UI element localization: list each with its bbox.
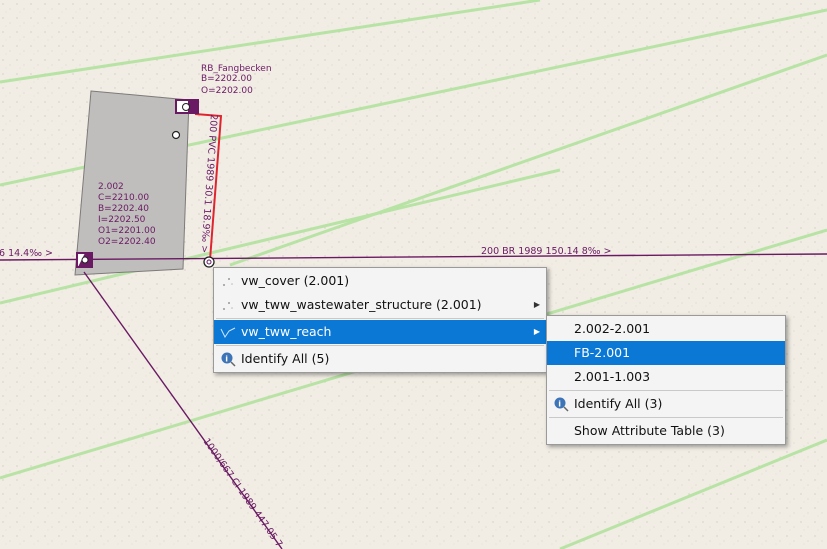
point-layer-icon (220, 269, 236, 293)
submenu-item-2-002-2-001[interactable]: 2.002-2.001 (547, 317, 785, 341)
submenu-item-identify-all[interactable]: i Identify All (3) (547, 392, 785, 416)
svg-text:i: i (558, 400, 561, 409)
identify-context-menu: vw_cover (2.001) vw_tww_wastewater_struc… (213, 267, 547, 373)
submenu-item-2-001-1-003[interactable]: 2.001-1.003 (547, 365, 785, 389)
menu-item-label: vw_tww_wastewater_structure (2.001) (241, 297, 482, 312)
fangbecken-node-symbol[interactable] (175, 99, 199, 114)
menu-item-vw-tww-wastewater-structure[interactable]: vw_tww_wastewater_structure (2.001) ▶ (214, 293, 546, 317)
manhole-id-label: 2.002 (98, 182, 124, 192)
manhole-node-symbol[interactable] (76, 252, 93, 268)
svg-text:i: i (225, 355, 228, 364)
cover-point[interactable] (171, 130, 181, 140)
main-reach-label: 200 BR 1989 150.14 8‰ > (481, 246, 612, 257)
submenu-arrow-icon: ▶ (533, 300, 540, 309)
left-reach-label: 6 14.4‰ > (0, 248, 53, 259)
submenu-item-label: Show Attribute Table (3) (574, 423, 725, 438)
menu-separator (216, 345, 544, 346)
submenu-item-show-attribute-table[interactable]: Show Attribute Table (3) (547, 419, 785, 443)
node-bottom-label: B=2202.00 (201, 74, 252, 84)
menu-item-identify-all[interactable]: i Identify All (5) (214, 347, 546, 371)
identify-location-marker (203, 256, 215, 268)
manhole-outlet1-label: O1=2201.00 (98, 226, 156, 236)
submenu-item-label: Identify All (3) (574, 396, 663, 411)
point-layer-icon (220, 293, 236, 317)
identify-icon: i (220, 347, 236, 371)
submenu-item-label: FB-2.001 (574, 345, 631, 360)
menu-item-label: vw_tww_reach (241, 324, 332, 339)
identify-icon: i (553, 392, 569, 416)
menu-item-vw-tww-reach[interactable]: vw_tww_reach ▶ (214, 320, 546, 344)
line-layer-icon (220, 320, 236, 344)
submenu-arrow-icon: ▶ (533, 327, 540, 336)
menu-separator (216, 318, 544, 319)
node-outlet-label: O=2202.00 (201, 86, 253, 96)
wastewater-structure-polygon[interactable] (74, 90, 190, 276)
submenu-item-fb-2-001[interactable]: FB-2.001 (547, 341, 785, 365)
node-name-label: RB_Fangbecken (201, 64, 272, 74)
menu-item-label: Identify All (5) (241, 351, 330, 366)
menu-item-label: vw_cover (2.001) (241, 273, 350, 288)
manhole-outlet2-label: O2=2202.40 (98, 237, 156, 247)
manhole-inlet-label: I=2202.50 (98, 215, 146, 225)
menu-separator (549, 390, 783, 391)
submenu-item-label: 2.001-1.003 (574, 369, 651, 384)
reach-submenu: 2.002-2.001 FB-2.001 2.001-1.003 i Ident… (546, 315, 786, 445)
menu-item-vw-cover[interactable]: vw_cover (2.001) (214, 269, 546, 293)
manhole-bottom-label: B=2202.40 (98, 204, 149, 214)
menu-separator (549, 417, 783, 418)
manhole-cover-label: C=2210.00 (98, 193, 149, 203)
submenu-item-label: 2.002-2.001 (574, 321, 651, 336)
